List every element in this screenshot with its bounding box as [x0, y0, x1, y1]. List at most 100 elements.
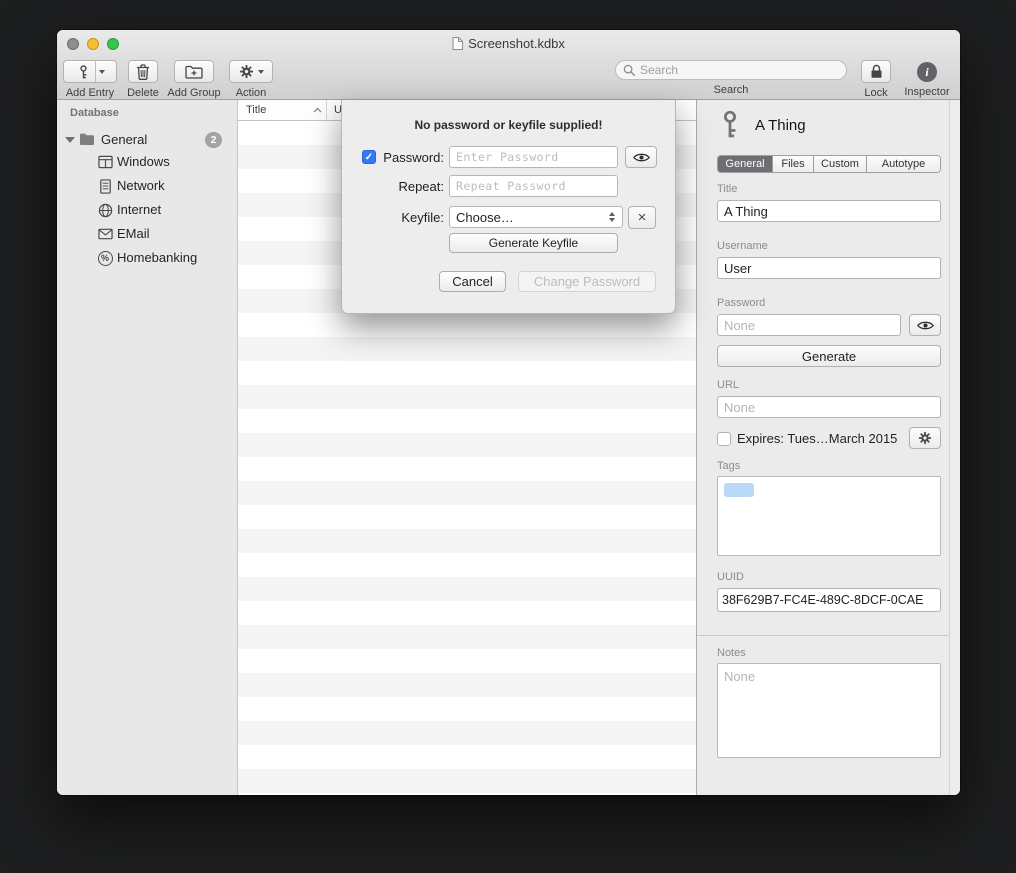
tab-autotype[interactable]: Autotype: [867, 156, 940, 172]
toolbar: Add Entry Delete Add Group: [57, 57, 960, 100]
search-icon: [623, 64, 636, 77]
reveal-password-button[interactable]: [625, 146, 657, 168]
inspector-panel: A Thing General Files Custom Autotype Ti…: [696, 100, 960, 795]
lock-button[interactable]: [861, 60, 891, 83]
add-entry-button[interactable]: [63, 60, 117, 83]
column-header-title[interactable]: Title: [238, 100, 327, 120]
add-group-group: Add Group: [165, 60, 223, 99]
disclosure-triangle-icon[interactable]: [65, 137, 75, 143]
tag-token[interactable]: [724, 483, 754, 497]
delete-button[interactable]: [128, 60, 158, 83]
gear-icon: [239, 64, 254, 79]
keyfile-clear-button[interactable]: ×: [628, 206, 656, 229]
notes-label: Notes: [717, 647, 746, 659]
lock-icon: [870, 64, 883, 79]
action-group: Action: [229, 60, 273, 99]
add-entry-group: Add Entry: [63, 60, 117, 99]
key-icon: [76, 64, 91, 80]
sidebar-item-homebanking[interactable]: % Homebanking: [57, 246, 237, 270]
password-field[interactable]: [717, 314, 901, 336]
sheet-message: No password or keyfile supplied!: [342, 118, 675, 132]
chevron-down-icon: [258, 70, 264, 74]
title-field[interactable]: [717, 200, 941, 222]
inspector-tabs: General Files Custom Autotype: [717, 155, 941, 173]
password-label: Password: [717, 297, 765, 309]
tab-files[interactable]: Files: [773, 156, 814, 172]
expires-label: Expires: Tues…March 2015: [737, 431, 897, 446]
sidebar-group-general[interactable]: General 2: [57, 128, 237, 152]
notebook-icon: [97, 178, 113, 194]
clear-icon: ×: [638, 210, 647, 225]
title-label: Title: [717, 183, 737, 195]
column-title-text: Title: [246, 104, 266, 116]
uuid-label: UUID: [717, 571, 744, 583]
username-field[interactable]: [717, 257, 941, 279]
delete-group: Delete: [123, 60, 163, 99]
inspector-group: i Inspector: [902, 60, 952, 98]
sidebar-item-label: Windows: [117, 154, 170, 169]
window-chrome: Screenshot.kdbx Add Entry: [57, 30, 960, 100]
sidebar-item-label: EMail: [117, 226, 150, 241]
url-field[interactable]: [717, 396, 941, 418]
notes-field[interactable]: [717, 663, 941, 758]
generate-keyfile-button[interactable]: Generate Keyfile: [449, 233, 618, 253]
percent-glyph: %: [98, 251, 113, 266]
inspector-label: Inspector: [904, 86, 949, 98]
sidebar-item-windows[interactable]: Windows: [57, 150, 237, 174]
keyfile-label: Keyfile:: [362, 210, 444, 225]
globe-icon: [97, 202, 113, 218]
search-field[interactable]: [615, 60, 847, 80]
cancel-button[interactable]: Cancel: [439, 271, 506, 292]
reveal-password-button[interactable]: [909, 314, 941, 336]
info-icon: i: [925, 65, 928, 80]
inspector-toggle-button[interactable]: i: [917, 62, 937, 82]
folder-icon: [79, 132, 95, 146]
button-divider: [95, 61, 96, 82]
trash-icon: [136, 64, 150, 80]
action-button[interactable]: [229, 60, 273, 83]
uuid-field[interactable]: [717, 588, 941, 612]
change-password-button[interactable]: Change Password: [518, 271, 656, 292]
expires-settings-button[interactable]: [909, 427, 941, 449]
eye-icon: [917, 320, 934, 331]
add-group-label: Add Group: [167, 87, 220, 99]
sidebar: Database General 2 Windows Network: [57, 100, 238, 795]
repeat-input[interactable]: [449, 175, 618, 197]
password-input[interactable]: [449, 146, 618, 168]
tab-custom[interactable]: Custom: [814, 156, 867, 172]
password-label: Password:: [362, 150, 444, 165]
folder-plus-icon: [185, 65, 203, 79]
document-icon: [452, 37, 463, 50]
sidebar-group-label: General: [101, 132, 147, 147]
chevron-down-icon: [99, 70, 105, 74]
eye-icon: [633, 152, 650, 163]
tab-general[interactable]: General: [718, 156, 773, 172]
url-label: URL: [717, 379, 739, 391]
sidebar-item-label: Internet: [117, 202, 161, 217]
sidebar-item-internet[interactable]: Internet: [57, 198, 237, 222]
section-divider: [697, 635, 960, 636]
window-title-text: Screenshot.kdbx: [468, 36, 565, 51]
percent-icon: %: [97, 250, 113, 266]
sidebar-item-email[interactable]: EMail: [57, 222, 237, 246]
keyfile-select[interactable]: Choose…: [449, 206, 623, 228]
inspector-scrollbar[interactable]: [949, 100, 960, 795]
password-sheet: No password or keyfile supplied! ✓ Passw…: [341, 100, 676, 314]
tags-field[interactable]: [717, 476, 941, 556]
stepper-icon: [609, 212, 616, 222]
expires-row: Expires: Tues…March 2015: [717, 431, 897, 446]
sidebar-item-label: Network: [117, 178, 165, 193]
keyfile-row: Keyfile: Choose… ×: [342, 206, 675, 230]
expires-checkbox[interactable]: [717, 432, 731, 446]
search-input[interactable]: [640, 63, 839, 77]
search-caption: Search: [714, 84, 749, 96]
action-label: Action: [236, 87, 267, 99]
macpass-window: Screenshot.kdbx Add Entry: [57, 30, 960, 795]
envelope-icon: [97, 226, 113, 242]
sidebar-item-network[interactable]: Network: [57, 174, 237, 198]
window-title: Screenshot.kdbx: [57, 36, 960, 51]
add-group-button[interactable]: [174, 60, 214, 83]
repeat-row: Repeat:: [342, 175, 675, 199]
repeat-label: Repeat:: [362, 179, 444, 194]
generate-button[interactable]: Generate: [717, 345, 941, 367]
